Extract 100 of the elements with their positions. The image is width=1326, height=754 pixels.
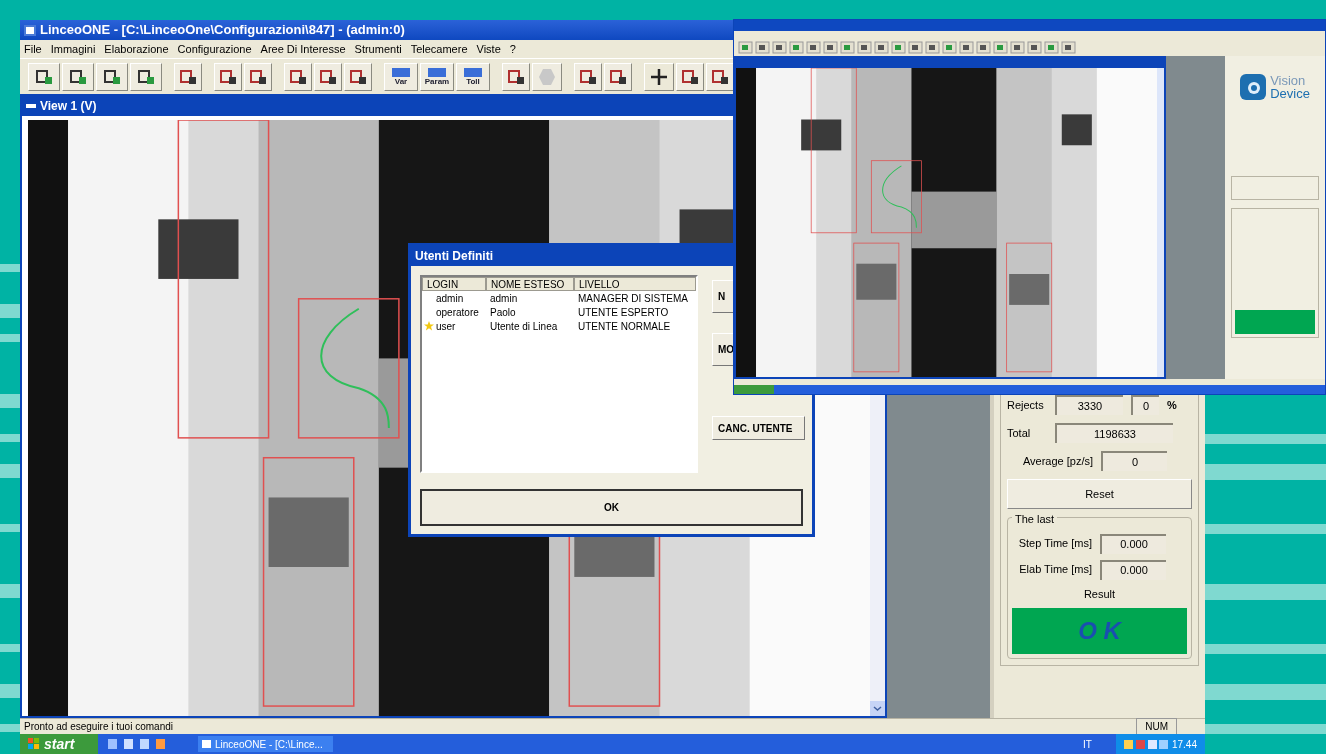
language-indicator[interactable]: IT <box>1083 736 1092 752</box>
toolbar-button[interactable]: Param <box>420 62 454 91</box>
user-action-button[interactable]: CANC. UTENTE <box>712 416 805 440</box>
toolbar-button[interactable] <box>96 62 128 91</box>
background-stripe <box>0 524 20 532</box>
tool-icon <box>289 68 307 85</box>
tool-icon[interactable] <box>891 40 906 54</box>
background-stripe <box>0 464 20 478</box>
logo-text: Vision <box>1270 74 1307 87</box>
toolbar-button[interactable] <box>284 62 312 91</box>
toolbar-button[interactable] <box>244 62 272 91</box>
login-cell-text: operatore <box>436 305 480 320</box>
ok-button[interactable]: OK <box>420 489 803 526</box>
column-header[interactable]: NOME ESTESO <box>486 277 574 291</box>
toolbar-button[interactable] <box>314 62 342 91</box>
menu-item[interactable]: Aree Di Interesse <box>260 40 346 58</box>
start-button[interactable]: start <box>20 734 98 754</box>
tool-icon[interactable] <box>942 40 957 54</box>
menu-item[interactable]: Configurazione <box>177 40 252 58</box>
tool-icon[interactable] <box>857 40 872 54</box>
toolbar-button[interactable] <box>130 62 162 91</box>
background-stripe <box>0 684 20 698</box>
tool-icon <box>35 68 53 85</box>
menu-item[interactable]: Telecamere <box>410 40 468 58</box>
toolbar-button[interactable] <box>344 62 372 91</box>
app-icon <box>24 24 36 36</box>
toolbar-button[interactable] <box>174 62 202 91</box>
field-label: Step Time [ms] <box>1017 536 1092 552</box>
tool-icon[interactable] <box>925 40 940 54</box>
tool-icon[interactable] <box>1010 40 1025 54</box>
tool-icon <box>711 68 729 85</box>
value-field: 0.000 <box>1100 559 1166 580</box>
background-stripe <box>0 264 20 272</box>
tool-icon <box>179 68 197 85</box>
column-header[interactable]: LOGIN <box>422 277 486 291</box>
tool-icon[interactable] <box>738 40 753 54</box>
tool-icon[interactable] <box>874 40 889 54</box>
menu-item[interactable]: Strumenti <box>354 40 402 58</box>
app-icon <box>202 740 211 748</box>
tool-icon[interactable] <box>789 40 804 54</box>
tool-icon[interactable] <box>840 40 855 54</box>
quick-launch-icon[interactable] <box>106 738 166 750</box>
menu-item[interactable]: Elaborazione <box>104 40 169 58</box>
user-row[interactable]: user Utente di Linea UTENTE NORMALE <box>422 319 696 333</box>
tool-icon[interactable] <box>755 40 770 54</box>
tool-icon[interactable] <box>1027 40 1042 54</box>
login-cell-text: admin <box>436 291 465 306</box>
tool-icon[interactable] <box>1044 40 1059 54</box>
menu-item[interactable]: Viste <box>476 40 501 58</box>
value-field: 3330 <box>1055 395 1123 415</box>
tool-icon[interactable] <box>772 40 787 54</box>
value-field: 1198633 <box>1055 423 1173 443</box>
menu-item[interactable]: File <box>24 40 42 58</box>
result-label: Result <box>1083 586 1116 602</box>
login-cell-text: user <box>436 319 457 334</box>
toolbar-button[interactable] <box>62 62 94 91</box>
tool-icon[interactable] <box>976 40 991 54</box>
tool-icon[interactable] <box>1061 40 1076 54</box>
scroll-down-icon <box>870 701 885 716</box>
tool-icon[interactable] <box>806 40 821 54</box>
add-button[interactable] <box>644 62 674 91</box>
background-stripe <box>0 394 20 408</box>
view-icon <box>26 104 36 108</box>
user-row[interactable]: operatore Paolo UTENTE ESPERTO <box>422 305 696 319</box>
field-label: Rejects <box>1007 397 1045 413</box>
toolbar-button[interactable] <box>676 62 704 91</box>
scrollbar[interactable] <box>870 398 885 716</box>
toolbar-button[interactable] <box>28 62 60 91</box>
reset-button[interactable]: Reset <box>1007 479 1192 509</box>
field-label: Total <box>1007 425 1032 441</box>
column-header[interactable]: LIVELLO <box>574 277 696 291</box>
tool-icon[interactable] <box>993 40 1008 54</box>
scrollbar[interactable] <box>1157 68 1164 377</box>
toolbar-button[interactable] <box>502 62 530 91</box>
level-cell-text: UTENTE ESPERTO <box>578 305 669 320</box>
tool-icon[interactable] <box>823 40 838 54</box>
background-stripe <box>0 584 20 598</box>
menu-item[interactable]: Immagini <box>50 40 96 58</box>
background-stripe <box>0 334 20 342</box>
user-action-button[interactable]: N <box>712 280 733 313</box>
value-field: 0 <box>1101 451 1167 471</box>
user-row[interactable]: admin admin MANAGER DI SISTEMA <box>422 291 696 305</box>
toolbar-button[interactable] <box>574 62 602 91</box>
toolbar-button[interactable] <box>604 62 632 91</box>
user-action-button[interactable]: MO <box>712 333 733 366</box>
background-stripe <box>0 434 20 442</box>
tool-icon <box>507 68 525 85</box>
taskbar-button[interactable]: LinceoONE - [C:\Lince... <box>198 736 333 752</box>
toolbar-button[interactable]: Toll <box>456 62 490 91</box>
menu-item[interactable]: ? <box>509 40 516 58</box>
plus-icon <box>650 67 668 86</box>
field-label: Average [pz/s] <box>1021 453 1093 469</box>
toolbar-button[interactable] <box>706 62 734 91</box>
name-cell-text: Paolo <box>490 305 517 320</box>
tool-icon <box>681 68 699 85</box>
tool-icon[interactable] <box>959 40 974 54</box>
toolbar-button[interactable] <box>214 62 242 91</box>
hexagon-icon <box>538 67 556 86</box>
toolbar-button[interactable]: Var <box>384 62 418 91</box>
tool-icon[interactable] <box>908 40 923 54</box>
